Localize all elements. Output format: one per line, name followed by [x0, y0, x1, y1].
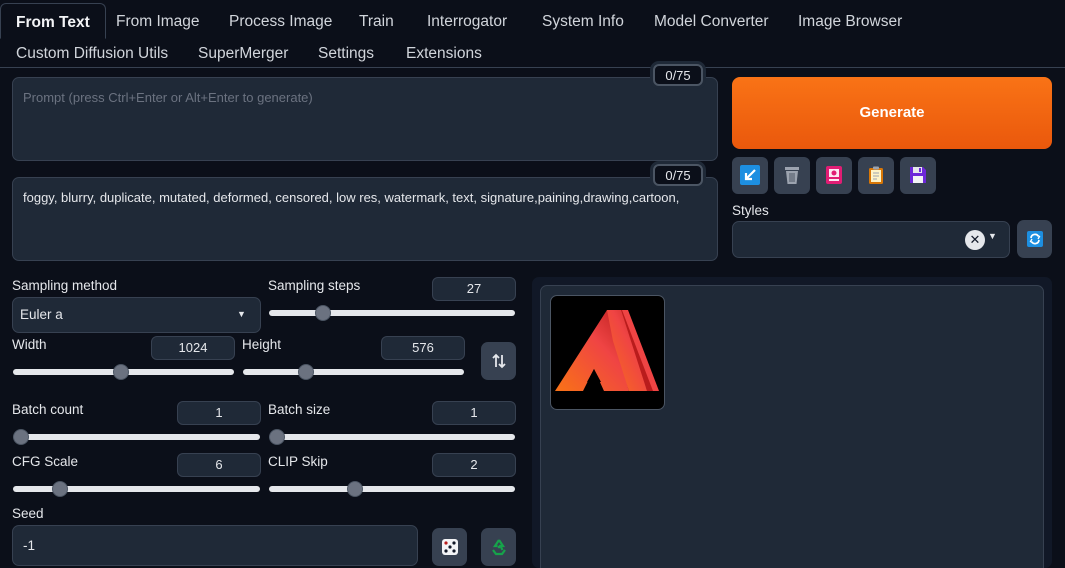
- prompt-placeholder: Prompt (press Ctrl+Enter or Alt+Enter to…: [23, 90, 313, 105]
- clip-skip-input[interactable]: 2: [432, 453, 516, 477]
- slider-thumb[interactable]: [52, 481, 69, 497]
- save-style-button[interactable]: [900, 157, 936, 194]
- chevron-down-icon: ▼: [237, 309, 246, 319]
- reuse-seed-button[interactable]: [481, 528, 516, 566]
- sampling-method-dropdown[interactable]: Euler a ▼: [12, 297, 261, 333]
- tab-custom-diffusion-utils[interactable]: Custom Diffusion Utils: [1, 35, 183, 68]
- sampling-method-value: Euler a: [20, 307, 63, 322]
- output-gallery: [540, 285, 1044, 568]
- batch-count-slider[interactable]: [13, 429, 260, 445]
- clear-icon[interactable]: ✕: [965, 230, 985, 250]
- cfg-scale-input[interactable]: 6: [177, 453, 261, 477]
- read-params-button[interactable]: [732, 157, 768, 194]
- trash-icon: [785, 167, 799, 184]
- tab-image-browser[interactable]: Image Browser: [783, 3, 917, 36]
- slider-thumb[interactable]: [347, 481, 364, 497]
- chevron-down-icon: ▼: [988, 231, 997, 241]
- output-thumbnail[interactable]: [550, 295, 665, 410]
- refresh-styles-button[interactable]: [1017, 220, 1052, 258]
- clip-skip-slider[interactable]: [269, 481, 515, 497]
- height-input[interactable]: 576: [381, 336, 465, 360]
- extra-networks-button[interactable]: [816, 157, 852, 194]
- dice-icon: [442, 539, 458, 555]
- height-label: Height: [242, 337, 282, 352]
- sampling-method-label: Sampling method: [12, 278, 118, 293]
- swap-dimensions-button[interactable]: [481, 342, 516, 380]
- tab-model-converter[interactable]: Model Converter: [639, 3, 784, 36]
- tab-train[interactable]: Train: [344, 3, 409, 36]
- width-label: Width: [12, 337, 47, 352]
- clipboard-icon: [869, 166, 883, 184]
- tab-extensions[interactable]: Extensions: [391, 35, 497, 68]
- slider-thumb[interactable]: [13, 429, 29, 445]
- batch-count-input[interactable]: 1: [177, 401, 261, 425]
- negative-prompt-token-counter: 0/75: [653, 164, 703, 186]
- batch-size-label: Batch size: [268, 402, 331, 417]
- tab-system-info[interactable]: System Info: [527, 3, 639, 36]
- batch-size-slider[interactable]: [269, 429, 515, 445]
- app-logo-image: [555, 310, 659, 391]
- styles-dropdown[interactable]: ✕ ▼: [732, 221, 1010, 258]
- tab-from-image[interactable]: From Image: [101, 3, 215, 36]
- arrow-icon: [740, 165, 760, 185]
- slider-thumb[interactable]: [113, 364, 130, 380]
- slider-thumb[interactable]: [269, 429, 285, 445]
- refresh-icon: [1027, 231, 1043, 247]
- tab-from-text[interactable]: From Text: [0, 3, 106, 39]
- styles-label: Styles: [732, 203, 769, 218]
- tab-bar: From Text From Image Process Image Train…: [0, 0, 1065, 68]
- floppy-disk-icon: [910, 167, 926, 183]
- sampling-steps-input[interactable]: 27: [432, 277, 516, 301]
- sampling-steps-label: Sampling steps: [268, 278, 361, 293]
- prompt-token-counter: 0/75: [653, 64, 703, 86]
- tab-interrogator[interactable]: Interrogator: [412, 3, 522, 36]
- negative-prompt-textarea[interactable]: foggy, blurry, duplicate, mutated, defor…: [12, 177, 718, 261]
- seed-input[interactable]: -1: [12, 525, 418, 566]
- tab-process-image[interactable]: Process Image: [214, 3, 347, 36]
- cfg-scale-slider[interactable]: [13, 481, 260, 497]
- slider-thumb[interactable]: [315, 305, 331, 321]
- batch-size-input[interactable]: 1: [432, 401, 516, 425]
- width-slider[interactable]: [13, 364, 234, 380]
- seed-label: Seed: [12, 506, 44, 521]
- seed-value: -1: [23, 538, 36, 553]
- recycle-icon: [492, 539, 506, 556]
- negative-prompt-text: foggy, blurry, duplicate, mutated, defor…: [23, 190, 680, 205]
- swap-icon: [492, 353, 506, 369]
- slider-thumb[interactable]: [298, 364, 315, 380]
- generate-button[interactable]: Generate: [732, 77, 1052, 149]
- prompt-textarea[interactable]: Prompt (press Ctrl+Enter or Alt+Enter to…: [12, 77, 718, 161]
- clip-skip-label: CLIP Skip: [268, 454, 328, 469]
- height-slider[interactable]: [243, 364, 464, 380]
- clear-prompt-button[interactable]: [774, 157, 810, 194]
- cfg-scale-label: CFG Scale: [12, 454, 79, 469]
- image-card-icon: [826, 166, 842, 184]
- tab-supermerger[interactable]: SuperMerger: [183, 35, 303, 68]
- batch-count-label: Batch count: [12, 402, 84, 417]
- apply-style-button[interactable]: [858, 157, 894, 194]
- random-seed-button[interactable]: [432, 528, 467, 566]
- width-input[interactable]: 1024: [151, 336, 235, 360]
- tab-settings[interactable]: Settings: [303, 35, 389, 68]
- sampling-steps-slider[interactable]: [269, 305, 515, 321]
- output-panel: [532, 277, 1052, 568]
